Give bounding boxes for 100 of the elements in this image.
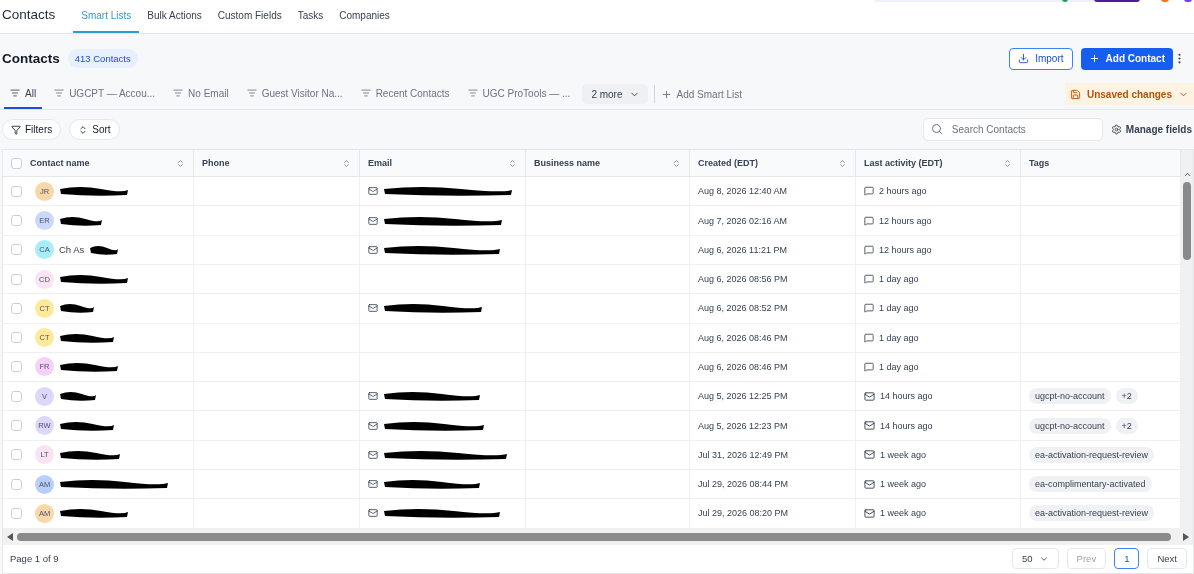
redaction-mark (59, 302, 95, 315)
mail-icon (864, 478, 875, 490)
created-date: Aug 6, 2026 08:56 PM (698, 274, 788, 285)
scroll-left-icon[interactable] (7, 532, 13, 541)
created-date: Aug 5, 2026 12:25 PM (698, 391, 788, 402)
sort-icon[interactable] (342, 158, 351, 168)
sort-icon[interactable] (672, 158, 681, 168)
mail-icon (368, 449, 378, 460)
column-header: Business name (534, 158, 602, 169)
redaction-mark (59, 331, 115, 344)
mail-icon (864, 390, 875, 402)
row-checkbox[interactable] (11, 244, 22, 256)
smart-list-tab[interactable]: No Email (167, 79, 235, 109)
sort-button[interactable]: Sort (69, 119, 120, 140)
last-activity: 1 day ago (879, 303, 919, 314)
created-date: Aug 6, 2026 08:46 PM (698, 332, 788, 343)
created-date: Jul 31, 2026 12:49 PM (698, 449, 789, 460)
search-icon (930, 123, 943, 135)
next-button[interactable]: Next (1147, 548, 1187, 570)
row-checkbox[interactable] (11, 507, 22, 519)
row-checkbox[interactable] (11, 185, 22, 197)
list-icon (10, 88, 20, 99)
sort-icon[interactable] (176, 158, 185, 168)
unsaved-changes-button[interactable]: Unsaved changes (1064, 83, 1194, 106)
smart-list-tab[interactable]: All (4, 79, 43, 109)
page-size-select[interactable]: 50 (1012, 548, 1059, 570)
scroll-right-icon[interactable] (1183, 532, 1189, 541)
chat-icon (864, 332, 874, 343)
sort-icon[interactable] (508, 158, 517, 168)
mail-icon (368, 303, 378, 314)
smart-list-tab[interactable]: Guest Visitor Na... (240, 79, 349, 109)
last-activity: 1 week ago (880, 508, 927, 519)
row-checkbox[interactable] (11, 332, 22, 344)
last-activity: 2 hours ago (879, 186, 927, 197)
redaction-mark (59, 273, 129, 286)
created-date: Jul 29, 2026 08:44 PM (698, 479, 789, 490)
column-header: Last activity (EDT) (864, 158, 944, 169)
chat-icon (864, 303, 874, 314)
contact-name[interactable]: Ch As (59, 244, 85, 256)
row-checkbox[interactable] (11, 361, 22, 373)
redaction-mark (59, 448, 121, 461)
nav-tab[interactable]: Bulk Actions (139, 0, 210, 34)
redaction-mark (89, 243, 120, 256)
smart-list-tab[interactable]: UGC ProTools — ... (461, 79, 577, 109)
scrollbar-thumb[interactable] (1183, 182, 1191, 261)
redaction-mark (59, 214, 103, 227)
row-checkbox[interactable] (11, 449, 22, 461)
nav-tab[interactable]: Tasks (289, 0, 332, 34)
filters-button[interactable]: Filters (2, 119, 62, 140)
scrollbar-thumb[interactable] (17, 532, 1171, 541)
column-header: Phone (202, 158, 231, 169)
page-number-button[interactable]: 1 (1114, 548, 1140, 570)
column-header: Email (368, 158, 393, 169)
smart-list-tab[interactable]: Recent Contacts (354, 79, 456, 109)
last-activity: 14 hours ago (880, 391, 933, 402)
filter-icon (11, 124, 21, 135)
nav-tab[interactable]: Companies (331, 0, 398, 34)
mail-icon (864, 507, 875, 519)
row-checkbox[interactable] (11, 420, 22, 432)
sort-icon (78, 124, 89, 135)
row-checkbox[interactable] (11, 390, 22, 402)
row-checkbox[interactable] (11, 478, 22, 490)
chat-icon (864, 215, 874, 226)
select-all-checkbox[interactable] (11, 157, 22, 169)
list-icon (173, 88, 184, 99)
contact-count: 413 Contacts (67, 49, 138, 69)
last-activity: 1 day ago (879, 332, 919, 343)
sort-icon[interactable] (838, 158, 847, 168)
page-title: Contacts (2, 51, 60, 67)
row-checkbox[interactable] (11, 273, 22, 285)
nav-tab[interactable]: Custom Fields (209, 0, 290, 34)
search-field[interactable]: Search Contacts (922, 118, 1103, 141)
last-activity: 1 day ago (879, 274, 919, 285)
created-date: Jul 29, 2026 08:20 PM (698, 508, 789, 519)
add-contact-button[interactable]: Add Contact (1080, 47, 1173, 70)
tag: ea-activation-request-review (1029, 505, 1155, 522)
mail-icon (368, 508, 378, 519)
add-smart-list-button[interactable]: Add Smart List (654, 88, 749, 100)
list-icon (54, 88, 65, 99)
sort-icon[interactable] (1003, 158, 1012, 168)
list-icon (467, 88, 478, 99)
redaction-mark (59, 507, 129, 520)
download-icon (1018, 53, 1030, 65)
row-checkbox[interactable] (11, 302, 22, 314)
manage-fields-button[interactable]: Manage fields (1110, 124, 1192, 135)
app-title: Contacts (2, 7, 56, 23)
plus-icon (1088, 53, 1100, 65)
tag: ea-activation-request-review (1029, 446, 1155, 463)
import-button[interactable]: Import (1009, 47, 1073, 70)
list-icon (246, 88, 257, 99)
redaction-mark (59, 361, 119, 373)
more-lists-button[interactable]: 2 more (582, 84, 648, 105)
vertical-scrollbar[interactable] (1181, 150, 1193, 529)
chat-icon (864, 362, 874, 372)
row-checkbox[interactable] (11, 215, 22, 226)
smart-list-tab[interactable]: UGCPT — Accou... (48, 79, 162, 109)
last-activity: 14 hours ago (880, 420, 933, 431)
last-activity: 1 day ago (879, 362, 919, 372)
tag: ugcpt-no-account (1029, 388, 1111, 405)
chat-icon (864, 186, 874, 197)
